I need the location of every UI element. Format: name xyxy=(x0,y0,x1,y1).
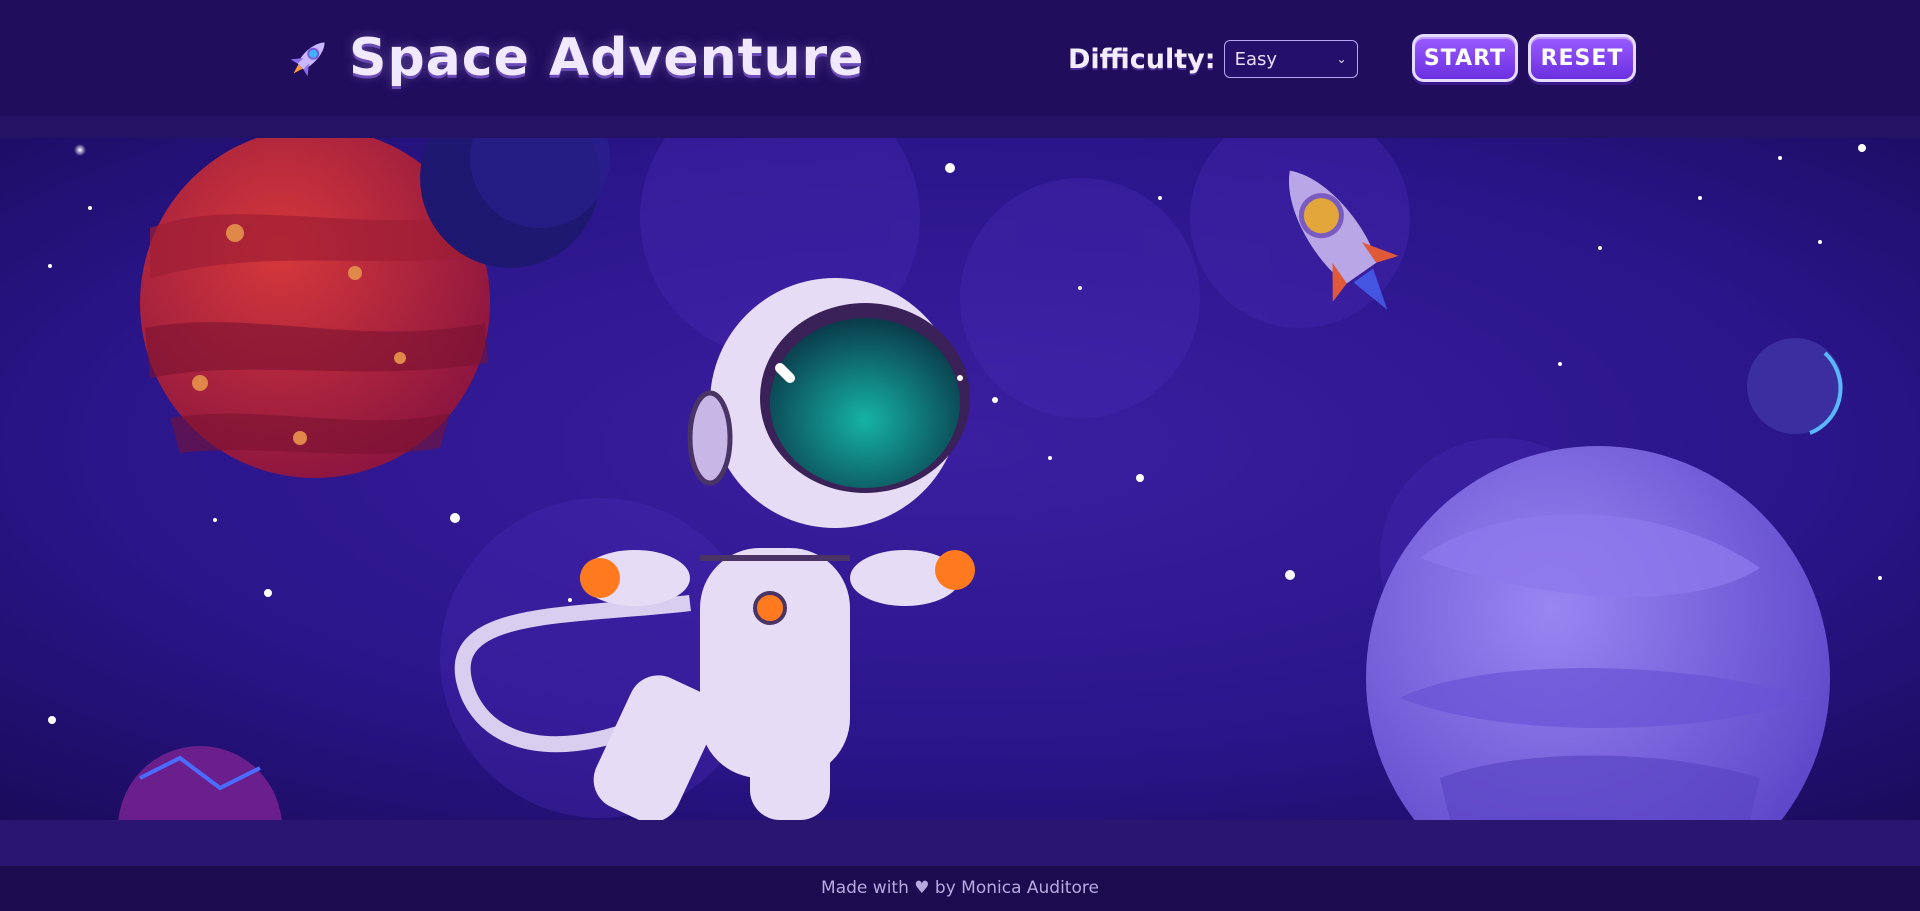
rocket-icon xyxy=(290,42,325,77)
chevron-down-icon: ⌄ xyxy=(1336,52,1347,66)
difficulty-value: Easy xyxy=(1234,48,1278,70)
small-moon xyxy=(1747,338,1843,435)
header-band xyxy=(0,116,1920,138)
footer-credit: Made with ♥ by Monica Auditore xyxy=(821,878,1099,898)
difficulty-group: Difficulty: Easy ⌄ xyxy=(1068,40,1358,78)
title-group: Space Adventure xyxy=(283,28,864,88)
footer-band xyxy=(0,820,1920,866)
difficulty-select[interactable]: Easy ⌄ xyxy=(1223,40,1358,78)
reset-button[interactable]: RESET xyxy=(1528,34,1636,82)
start-button[interactable]: START xyxy=(1412,34,1518,82)
page-title: Space Adventure xyxy=(349,28,865,88)
game-scene xyxy=(0,138,1920,820)
difficulty-label: Difficulty: xyxy=(1068,43,1216,75)
